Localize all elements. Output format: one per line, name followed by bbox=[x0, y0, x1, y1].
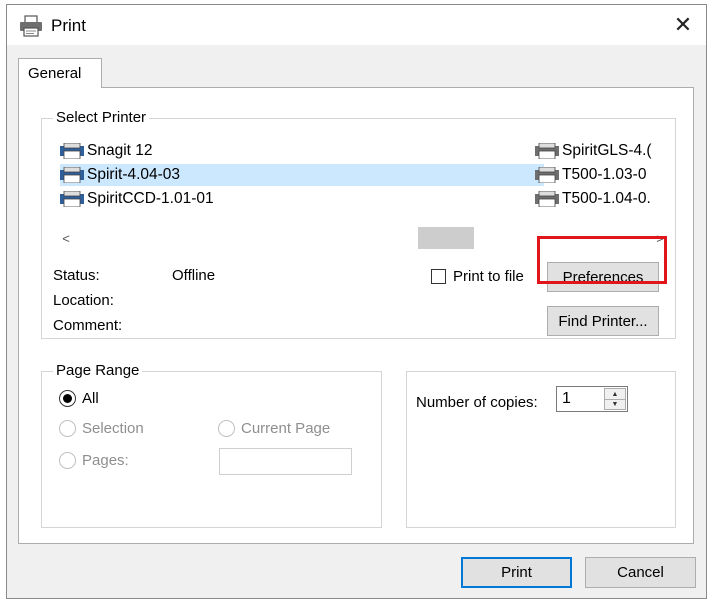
status-value: Offline bbox=[172, 267, 216, 284]
printer-icon bbox=[535, 143, 559, 159]
tab-label: General bbox=[28, 65, 82, 82]
close-icon[interactable]: ✕ bbox=[660, 5, 706, 45]
comment-label: Comment: bbox=[53, 317, 123, 334]
number-of-copies-label: Number of copies: bbox=[416, 394, 538, 411]
print-to-file-label[interactable]: Print to file bbox=[453, 268, 524, 285]
status-label: Status: bbox=[53, 267, 100, 284]
selection-label[interactable]: Selection bbox=[82, 420, 144, 437]
printer-name: Spirit-4.04-03 bbox=[87, 166, 181, 183]
cancel-button[interactable]: Cancel bbox=[585, 557, 696, 588]
scroll-right-icon[interactable]: > bbox=[650, 227, 670, 249]
print-dialog: Print ✕ General Select Printer Snagit 12… bbox=[6, 4, 707, 599]
location-label: Location: bbox=[53, 292, 114, 309]
pages-label[interactable]: Pages: bbox=[82, 452, 129, 469]
title-bar: Print ✕ bbox=[7, 5, 706, 45]
all-label[interactable]: All bbox=[82, 390, 99, 407]
spin-buttons: ▲ ▼ bbox=[604, 388, 626, 410]
pages-radio[interactable] bbox=[59, 452, 76, 469]
printer-list-right: SpiritGLS-4.( T500-1.03-0 T500-1.04-0. bbox=[535, 140, 667, 212]
printer-icon bbox=[535, 167, 559, 183]
copies-value[interactable]: 1 bbox=[562, 390, 571, 408]
printer-icon bbox=[20, 15, 42, 37]
tab-general[interactable]: General bbox=[18, 58, 102, 88]
page-range-legend: Page Range bbox=[53, 362, 143, 379]
printer-name: T500-1.04-0. bbox=[562, 190, 651, 207]
radio-dot bbox=[63, 394, 72, 403]
copies-spinner[interactable]: 1 ▲ ▼ bbox=[556, 386, 628, 412]
printer-icon bbox=[535, 191, 559, 207]
printer-list-scrollbar[interactable]: < > bbox=[56, 227, 670, 249]
printer-name: T500-1.03-0 bbox=[562, 166, 647, 183]
current-page-label[interactable]: Current Page bbox=[241, 420, 330, 437]
printer-item[interactable]: Snagit 12 bbox=[60, 140, 153, 162]
spin-down-icon[interactable]: ▼ bbox=[605, 399, 625, 409]
printer-name: SpiritCCD-1.01-01 bbox=[87, 190, 214, 207]
preferences-button[interactable]: Preferences bbox=[547, 262, 659, 292]
select-printer-legend: Select Printer bbox=[53, 109, 150, 126]
print-button[interactable]: Print bbox=[461, 557, 572, 588]
printer-icon bbox=[60, 191, 84, 207]
printer-icon bbox=[60, 143, 84, 159]
current-page-radio[interactable] bbox=[218, 420, 235, 437]
window-title: Print bbox=[51, 16, 86, 35]
printer-item[interactable]: T500-1.03-0 bbox=[535, 164, 646, 186]
selection-radio[interactable] bbox=[59, 420, 76, 437]
printer-item[interactable]: SpiritGLS-4.( bbox=[535, 140, 652, 162]
scrollbar-thumb[interactable] bbox=[418, 227, 474, 249]
printer-item[interactable]: T500-1.04-0. bbox=[535, 188, 651, 210]
print-to-file-checkbox[interactable] bbox=[431, 269, 446, 284]
find-printer-button[interactable]: Find Printer... bbox=[547, 306, 659, 336]
printer-item-selected[interactable]: Spirit-4.04-03 bbox=[60, 164, 544, 186]
printer-name: SpiritGLS-4.( bbox=[562, 142, 652, 159]
printer-icon bbox=[60, 167, 84, 183]
all-radio[interactable] bbox=[59, 390, 76, 407]
general-panel: Select Printer Snagit 12 Spirit-4.04-03 … bbox=[18, 87, 694, 544]
printer-item[interactable]: SpiritCCD-1.01-01 bbox=[60, 188, 214, 210]
pages-input[interactable] bbox=[219, 448, 352, 475]
scroll-left-icon[interactable]: < bbox=[56, 227, 76, 249]
printer-name: Snagit 12 bbox=[87, 142, 153, 159]
